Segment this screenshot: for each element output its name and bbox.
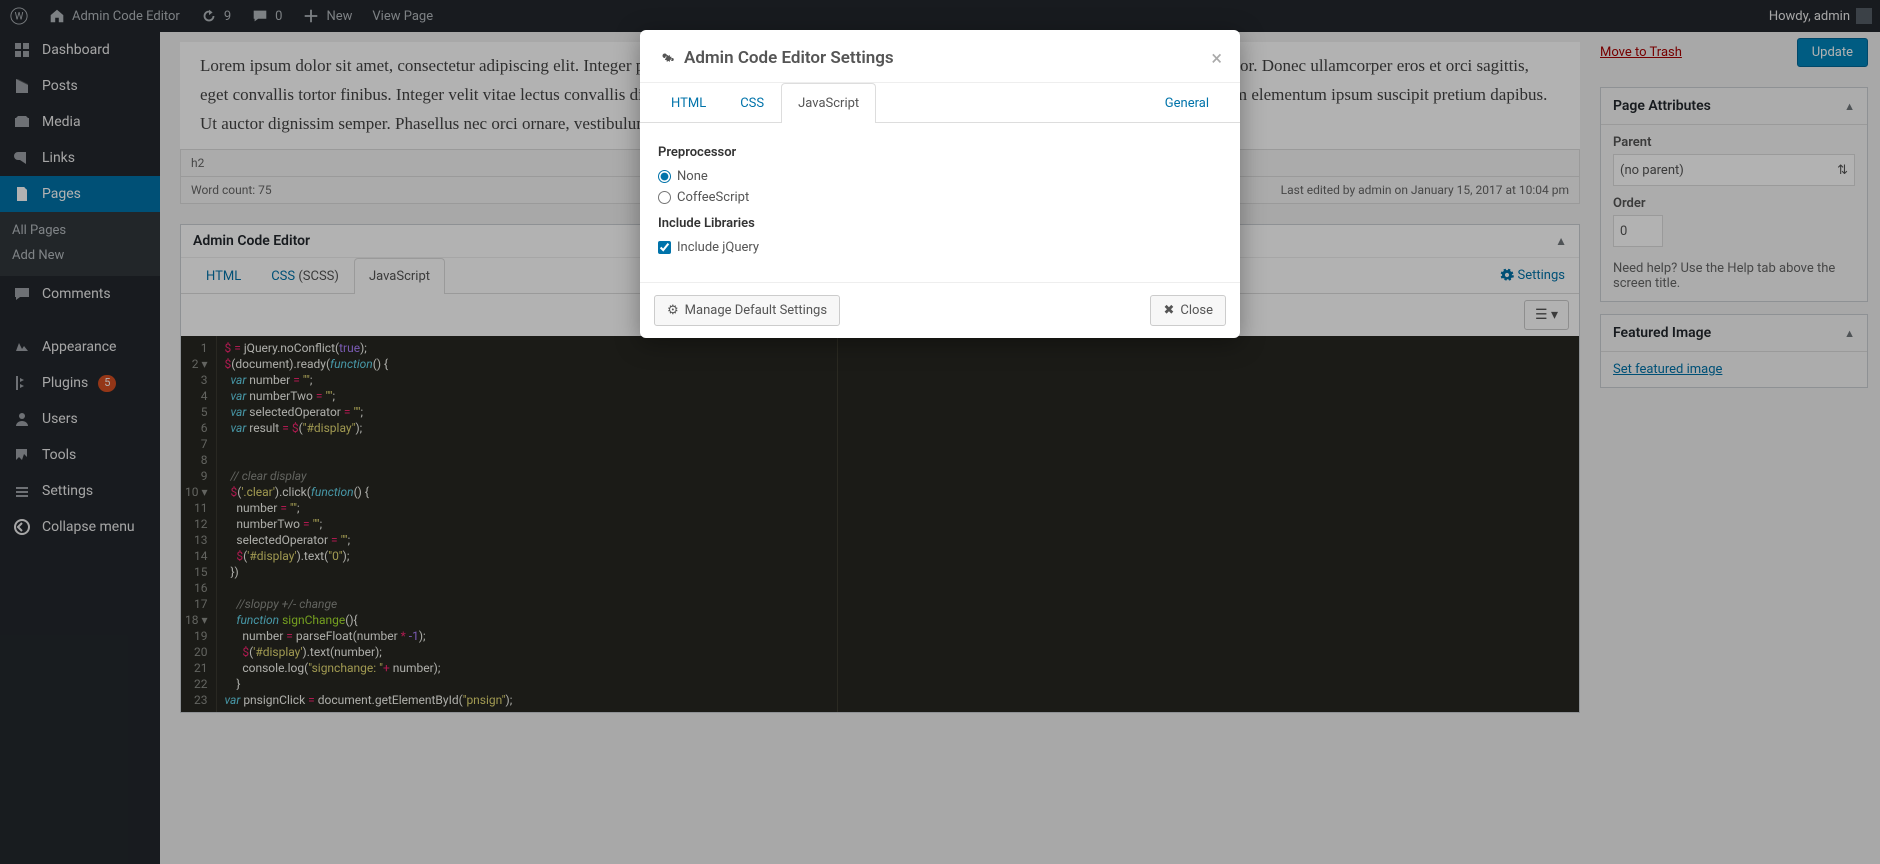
sliders-icon: ⚙ — [667, 303, 679, 318]
modal-tab-css[interactable]: CSS — [723, 83, 781, 123]
checkbox-include-jquery[interactable]: Include jQuery — [658, 237, 1222, 258]
radio-none[interactable]: None — [658, 166, 1222, 187]
x-icon: ✖ — [1163, 303, 1174, 318]
modal-title: Admin Code Editor Settings — [684, 48, 894, 68]
preprocessor-heading: Preprocessor — [658, 145, 1222, 160]
modal-tabs: HTML CSS JavaScript General — [640, 83, 1240, 123]
gears-icon — [658, 49, 676, 67]
modal-tab-general[interactable]: General — [1148, 83, 1226, 123]
modal-tab-javascript[interactable]: JavaScript — [781, 83, 876, 123]
close-icon[interactable]: × — [1211, 46, 1222, 70]
radio-coffeescript[interactable]: CoffeeScript — [658, 187, 1222, 208]
close-button[interactable]: ✖ Close — [1150, 295, 1226, 326]
settings-modal: Admin Code Editor Settings × HTML CSS Ja… — [640, 30, 1240, 338]
include-libraries-heading: Include Libraries — [658, 216, 1222, 231]
modal-tab-html[interactable]: HTML — [654, 83, 723, 123]
manage-defaults-button[interactable]: ⚙Manage Default Settings — [654, 295, 840, 326]
